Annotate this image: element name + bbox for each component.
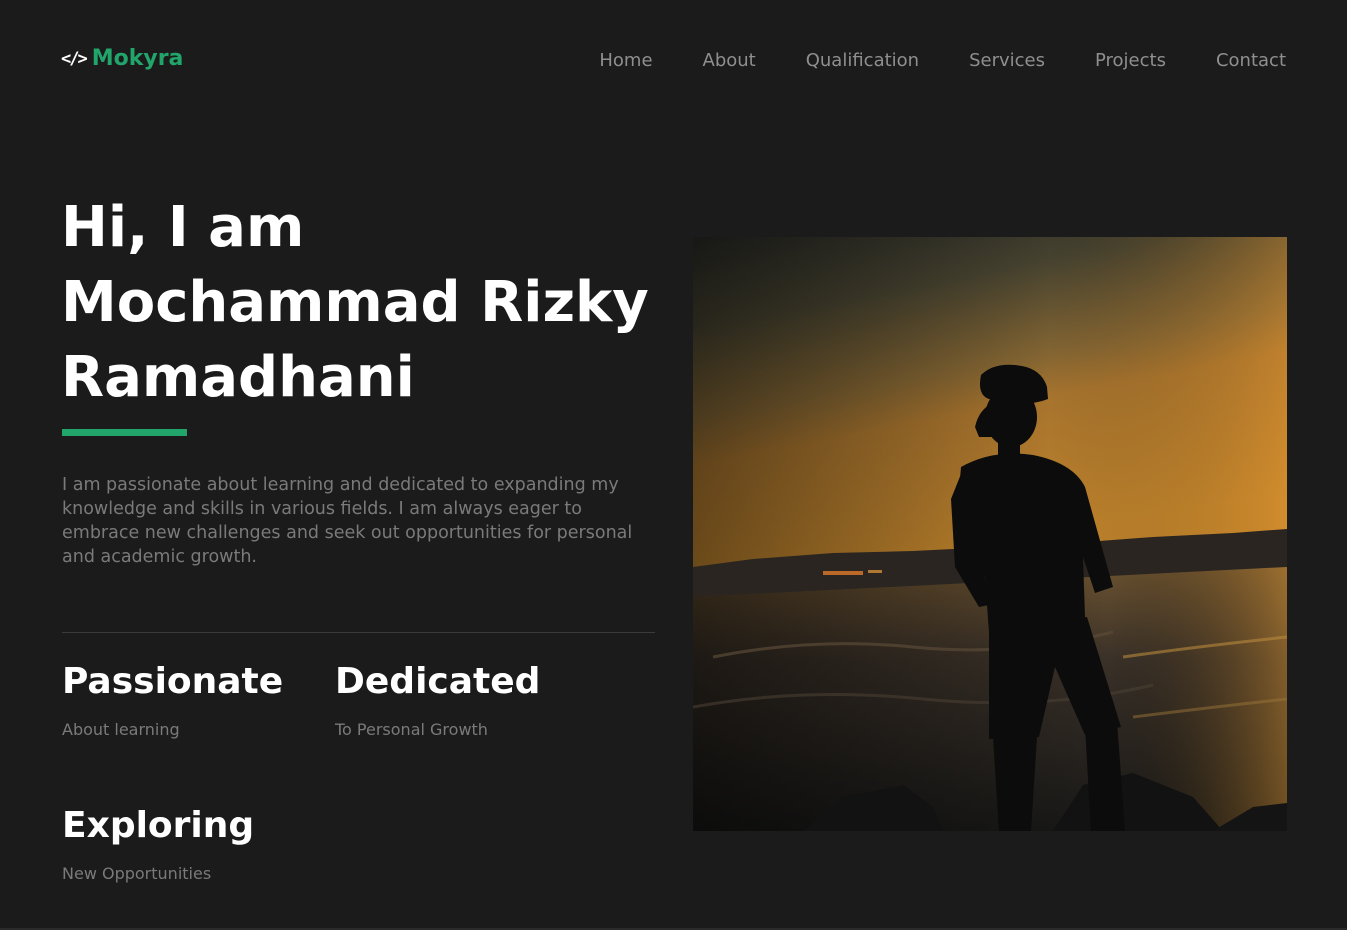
stat-subtitle: New Opportunities — [62, 864, 212, 883]
stat-subtitle: To Personal Growth — [335, 720, 488, 739]
nav-item-contact[interactable]: Contact — [1216, 49, 1286, 73]
hero-description: I am passionate about learning and dedic… — [62, 475, 633, 567]
brand-logo[interactable]: </> Mokyra — [61, 46, 183, 71]
page: </> Mokyra Home About Qualification Serv… — [0, 0, 1347, 930]
hero-title-line-2: Mochammad Rizky — [61, 270, 649, 335]
nav-item-projects[interactable]: Projects — [1095, 49, 1166, 73]
stat-title: Exploring — [62, 805, 255, 846]
nav-item-about[interactable]: About — [703, 49, 756, 73]
nav-item-services[interactable]: Services — [969, 49, 1045, 73]
hero-title-line-1: Hi, I am — [61, 195, 305, 260]
main-nav: Home About Qualification Services Projec… — [599, 49, 1286, 73]
accent-bar — [62, 429, 187, 436]
hero-title-line-3: Ramadhani — [61, 345, 415, 410]
nav-item-home[interactable]: Home — [599, 49, 652, 73]
code-icon: </> — [61, 48, 88, 69]
nav-item-qualification[interactable]: Qualification — [806, 49, 919, 73]
silhouette-beach-sunset-photo — [693, 237, 1287, 831]
hero-title: Hi, I am Mochammad Rizky Ramadhani — [61, 190, 681, 415]
stat-exploring: Exploring New Opportunities — [62, 804, 254, 884]
stat-title: Passionate — [62, 661, 284, 702]
profile-photo — [693, 237, 1287, 831]
stat-passionate: Passionate About learning — [62, 660, 283, 740]
stat-title: Dedicated — [335, 661, 541, 702]
section-divider — [62, 632, 655, 633]
stat-dedicated: Dedicated To Personal Growth — [335, 660, 540, 740]
brand-name: Mokyra — [91, 46, 184, 71]
stat-subtitle: About learning — [62, 720, 180, 739]
